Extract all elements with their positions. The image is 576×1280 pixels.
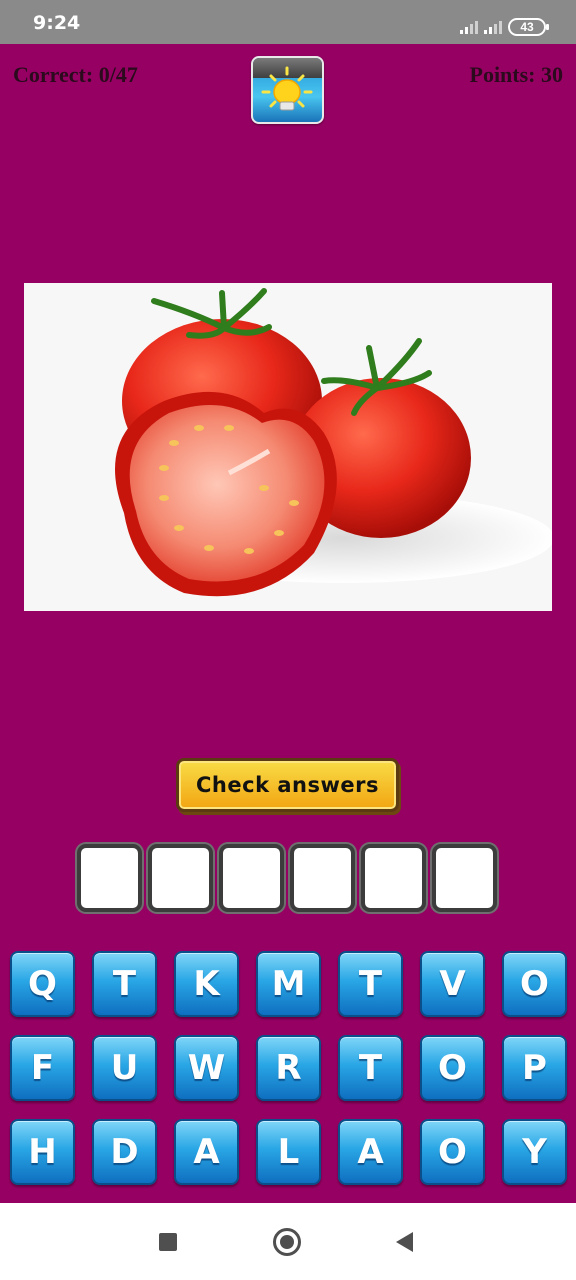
answer-slot[interactable] <box>432 844 497 912</box>
hint-button[interactable] <box>251 56 324 124</box>
correct-counter: Correct: 0/47 <box>13 62 138 87</box>
letter-key[interactable]: V <box>420 951 485 1017</box>
letter-key[interactable]: W <box>174 1035 239 1101</box>
letter-key[interactable]: P <box>502 1035 567 1101</box>
answer-slot[interactable] <box>77 844 142 912</box>
battery-level: 43 <box>520 20 534 34</box>
key-row: F U W R T O P <box>10 1035 568 1101</box>
question-picture <box>24 283 554 611</box>
letter-key[interactable]: M <box>256 951 321 1017</box>
letter-key[interactable]: Q <box>10 951 75 1017</box>
letter-key[interactable]: O <box>502 951 567 1017</box>
key-row: H D A L A O Y <box>10 1119 568 1185</box>
key-row: Q T K M T V O <box>10 951 568 1017</box>
signal-icon <box>484 20 502 34</box>
letter-key[interactable]: D <box>92 1119 157 1185</box>
letter-key[interactable]: L <box>256 1119 321 1185</box>
letter-key[interactable]: R <box>256 1035 321 1101</box>
battery-icon: 43 <box>508 18 549 36</box>
tomato-image <box>24 283 554 611</box>
answer-slot[interactable] <box>290 844 355 912</box>
answer-slot[interactable] <box>361 844 426 912</box>
letter-key[interactable]: A <box>338 1119 403 1185</box>
answer-slots <box>77 844 499 914</box>
points-counter: Points: 30 <box>469 62 564 87</box>
letter-key[interactable]: K <box>174 951 239 1017</box>
letter-key[interactable]: T <box>338 951 403 1017</box>
lightbulb-icon <box>261 66 313 111</box>
status-bar: 9:24 43 <box>0 0 576 44</box>
back-button[interactable] <box>396 1232 413 1252</box>
answer-slot[interactable] <box>148 844 213 912</box>
recent-apps-button[interactable] <box>159 1233 177 1251</box>
letter-key[interactable]: T <box>338 1035 403 1101</box>
letter-key[interactable]: H <box>10 1119 75 1185</box>
status-time: 9:24 <box>33 12 81 34</box>
letter-key[interactable]: F <box>10 1035 75 1101</box>
letter-key[interactable]: Y <box>502 1119 567 1185</box>
letter-key[interactable]: A <box>174 1119 239 1185</box>
signal-icon <box>460 20 478 34</box>
letter-key[interactable]: T <box>92 951 157 1017</box>
letter-key[interactable]: O <box>420 1035 485 1101</box>
letter-key[interactable]: U <box>92 1035 157 1101</box>
answer-slot[interactable] <box>219 844 284 912</box>
navigation-bar <box>0 1203 576 1280</box>
home-button[interactable] <box>273 1228 301 1256</box>
letter-keyboard: Q T K M T V O F U W R T O P H D A L A O … <box>10 951 568 1203</box>
letter-key[interactable]: O <box>420 1119 485 1185</box>
status-icons: 43 <box>460 17 549 37</box>
check-answers-label: Check answers <box>196 773 379 797</box>
check-answers-button[interactable]: Check answers <box>176 758 399 812</box>
